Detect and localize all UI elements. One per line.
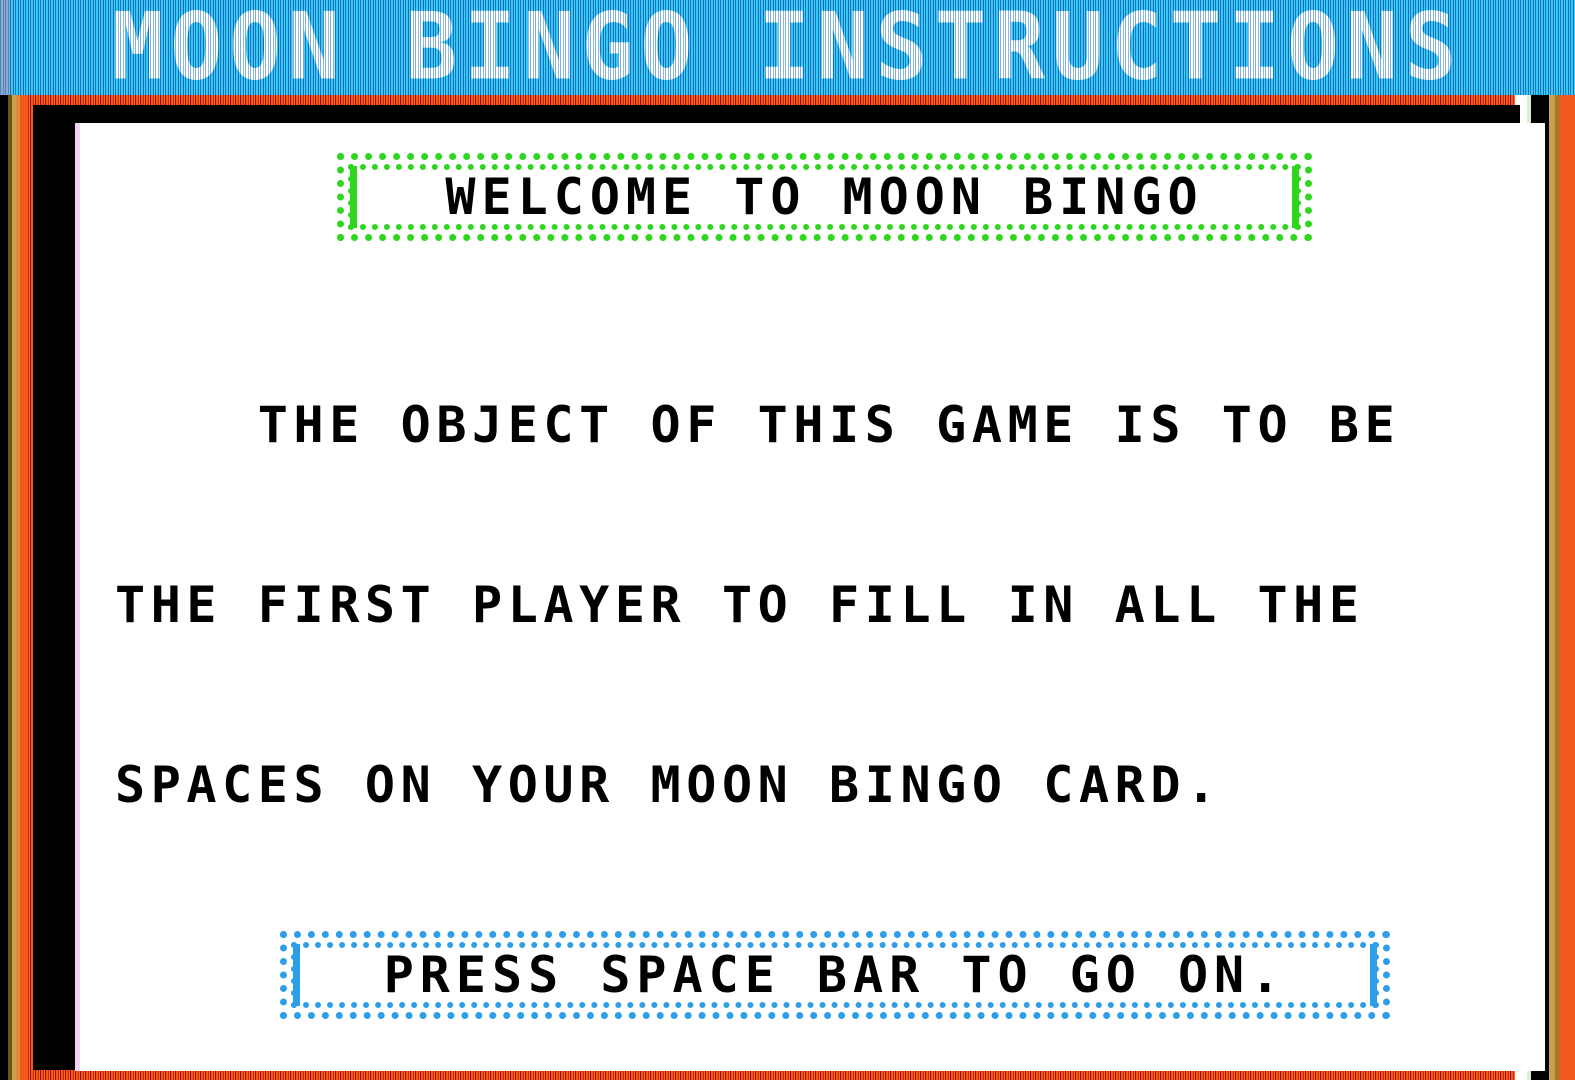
title-bar: MOON BINGO INSTRUCTIONS xyxy=(0,0,1575,95)
frame-left-stripes xyxy=(0,95,26,1080)
page-left-tint xyxy=(75,123,80,1071)
frame-inner-rule: WELCOME TO MOON BINGO THE OBJECT OF THIS… xyxy=(33,105,1545,1071)
prompt-label: PRESS SPACE BAR TO GO ON. xyxy=(383,946,1287,1004)
game-screen: MOON BINGO INSTRUCTIONS WELCOME TO MOON … xyxy=(0,0,1575,1080)
instructions-page: WELCOME TO MOON BINGO THE OBJECT OF THIS… xyxy=(75,123,1545,1071)
press-space-prompt[interactable]: PRESS SPACE BAR TO GO ON. xyxy=(280,931,1390,1019)
text-line: SPACES ON YOUR MOON BINGO CARD. xyxy=(115,756,1222,814)
decorative-frame: WELCOME TO MOON BINGO THE OBJECT OF THIS… xyxy=(0,95,1575,1080)
window-title: MOON BINGO INSTRUCTIONS xyxy=(111,0,1464,95)
welcome-banner: WELCOME TO MOON BINGO xyxy=(337,153,1312,241)
welcome-label: WELCOME TO MOON BINGO xyxy=(445,168,1204,226)
text-line: THE FIRST PLAYER TO FILL IN ALL THE xyxy=(115,576,1365,634)
text-line: THE OBJECT OF THIS GAME IS TO BE xyxy=(115,396,1401,454)
